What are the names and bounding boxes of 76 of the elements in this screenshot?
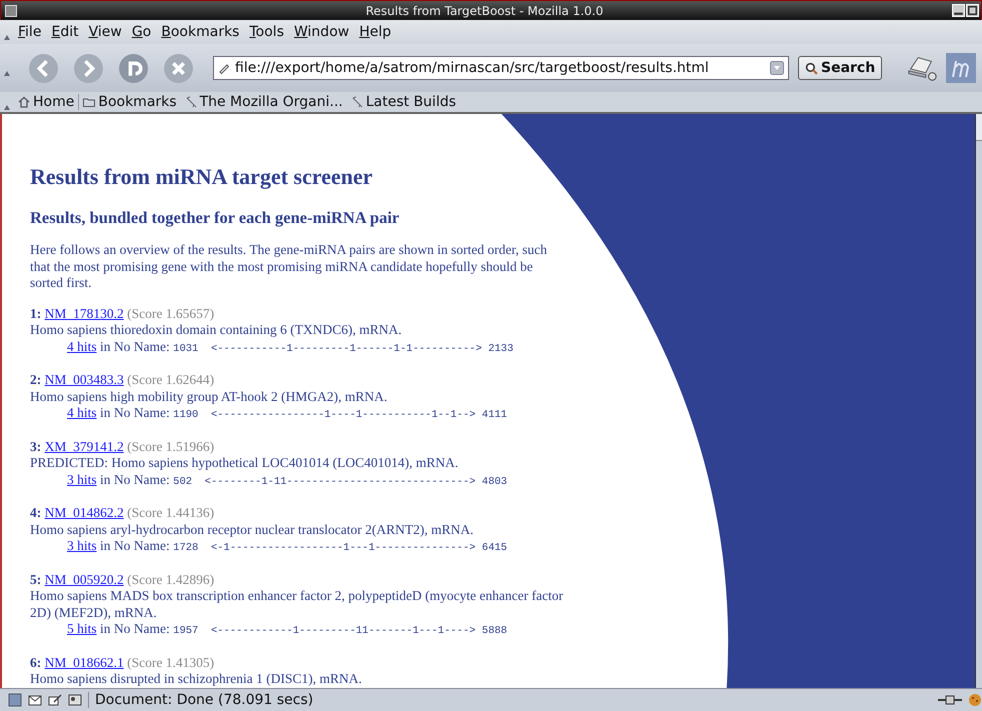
result-number: 6: [30,654,42,670]
gene-description: PREDICTED: Homo sapiens hypothetical LOC401014 (LOC401014), mRNA. [30,455,460,472]
gene-description: Homo sapiens aryl-hydrocarbon receptor nuclear translocator 2(ARNT2), mRNA. [30,522,474,538]
result-number: 4: [30,505,42,520]
composer-icon[interactable] [48,693,62,707]
accession-link[interactable]: NM_005920.2 [44,572,124,586]
accession-link[interactable]: NM_178130.2 [44,306,124,320]
accession-link[interactable]: XM_379141.2 [44,438,124,454]
score-text: (Score 1.51966) [127,438,214,454]
status-text: Document: Done (78.091 secs) [88,692,314,708]
score-text: (Score 1.44136) [127,505,214,520]
intro-paragraph: Here follows an overview of the results. The gene-miRNA pairs are shown in sorted order, such that the most promising gene with the most promising miRNA candidate hopefully should be sorted first. [30,242,548,292]
mail-icon[interactable] [28,693,42,707]
source-label: in No Name: [100,338,170,354]
hits-link[interactable]: 3 hits [67,538,97,553]
grippy-icon[interactable] [4,70,10,76]
search-button[interactable]: Search [798,56,882,80]
window-title: Results from TargetBoost - Mozilla 1.0.0 [364,4,604,18]
result-number: 5: [30,572,42,586]
menu-item[interactable]: Window [290,24,356,40]
reload-icon[interactable] [118,52,149,84]
maximize-icon[interactable] [966,4,979,17]
section-heading: Results, bundled together for each gene-miRNA pair [30,208,400,228]
menu-item[interactable]: Edit [47,24,85,40]
gene-description: Homo sapiens disrupted in schizophrenia 1 (DISC1), mRNA. [30,671,363,688]
source-label: in No Name: [100,405,170,420]
hit-map: 1728 <-1------------------1---1---------------> 6415 [173,542,508,554]
score-text: (Score 1.41305) [127,654,214,670]
bookmark-item[interactable]: Latest Builds [346,94,460,110]
hit-map: 1190 <-----------------1----1-----------1--1--> 4111 [173,409,508,421]
result-number: 3: [30,438,42,454]
score-text: (Score 1.62644) [127,372,214,387]
bookmark-icon [350,96,363,108]
address-book-icon[interactable] [68,693,82,707]
bookmark-item[interactable]: The Mozilla Organi... [180,94,347,110]
score-text: (Score 1.65657) [127,306,214,320]
dropdown-icon[interactable] [770,61,784,75]
navigator-icon[interactable] [8,693,22,707]
accession-link[interactable]: NM_014862.2 [44,505,124,520]
menu-item[interactable]: Tools [245,24,290,40]
hit-map: 502 <--------1-11-----------------------------> 4803 [173,476,508,488]
connection-icon [938,695,962,705]
bookmark-icon [184,96,197,108]
folder-icon [83,96,96,108]
bookmark-item[interactable]: Home [14,94,78,110]
menu-item[interactable]: Go [128,24,158,40]
gene-description: Homo sapiens high mobility group AT-hook 2 (HMGA2), mRNA. [30,388,388,405]
menu-item[interactable]: File [14,24,48,40]
address-field[interactable]: file:///export/home/a/satrom/mirnascan/src/targetboost/results.html [213,56,789,80]
gene-description: Homo sapiens MADS box transcription enhancer factor 2, polypeptideD (myocyte enhancer factor 2D) (MEF2D), mRNA. [30,588,564,621]
menu-item[interactable]: Help [355,24,398,40]
page-heading: Results from miRNA target screener [30,164,374,190]
menu-item[interactable]: Bookmarks [157,24,246,40]
menu-item[interactable]: View [84,24,128,40]
hit-map: 1031 <-----------1---------1------1-1----------> 2133 [173,342,514,354]
source-label: in No Name: [100,538,170,553]
accession-link[interactable]: NM_018662.1 [44,654,124,670]
window-menu-icon[interactable] [5,4,17,16]
cookie-icon[interactable] [968,693,982,707]
hit-map: 1957 <------------1---------11-------1---1----> 5888 [173,625,508,637]
result-number: 2: [30,372,42,387]
home-icon [18,96,30,108]
hits-link[interactable]: 3 hits [67,472,97,486]
source-label: in No Name: [100,472,170,486]
search-icon [805,62,818,74]
bookmark-item[interactable]: Bookmarks [79,94,181,110]
pencil-icon [218,62,230,74]
hits-link[interactable]: 4 hits [67,405,97,420]
result-number: 1: [30,306,42,320]
minimize-icon[interactable] [952,4,965,17]
hits-link[interactable]: 5 hits [67,621,97,636]
source-label: in No Name: [100,621,170,636]
hits-link[interactable]: 4 hits [67,338,97,354]
gene-description: Homo sapiens thioredoxin domain containing 6 (TXNDC6), mRNA. [30,322,403,338]
score-text: (Score 1.42896) [127,572,214,586]
accession-link[interactable]: NM_003483.3 [44,372,124,387]
